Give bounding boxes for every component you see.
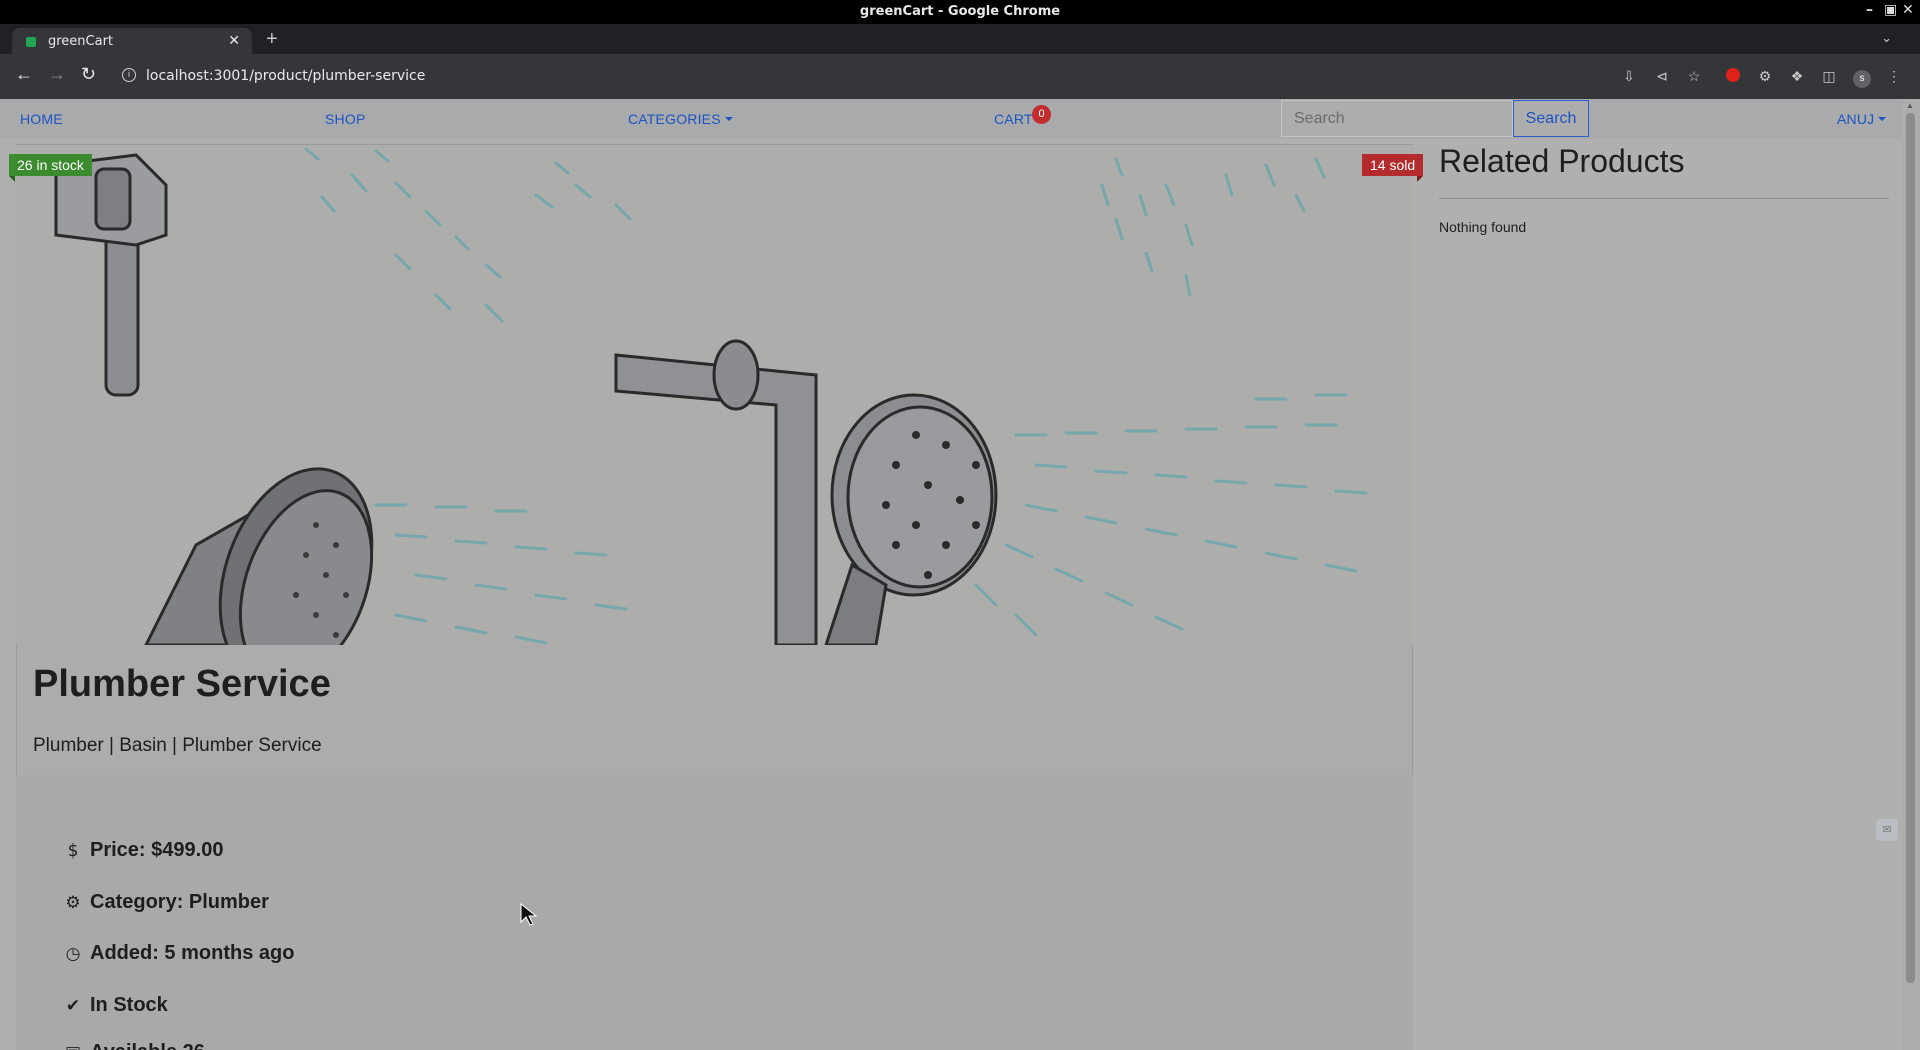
window-titlebar: greenCart - Google Chrome – ▣ ✕: [0, 0, 1920, 24]
close-tab-icon[interactable]: ✕: [228, 32, 240, 49]
extensions-puzzle-icon[interactable]: ❖: [1789, 68, 1805, 84]
minimize-icon[interactable]: –: [1866, 2, 1873, 18]
related-divider: [1439, 198, 1889, 199]
site-info-icon[interactable]: i: [122, 68, 136, 82]
product-title: Plumber Service: [33, 663, 331, 705]
maximize-icon[interactable]: ▣: [1884, 2, 1897, 18]
chrome-menu-icon[interactable]: ⋮: [1886, 68, 1902, 84]
side-panel-icon[interactable]: ◫: [1821, 68, 1837, 84]
forward-icon[interactable]: →: [48, 64, 66, 85]
detail-in-stock: In Stock: [90, 994, 168, 1016]
extension-gear-icon[interactable]: ⚙: [1757, 68, 1773, 84]
page-scrollbar[interactable]: ▲: [1902, 99, 1920, 1050]
detail-available: Available 26: [90, 1041, 205, 1050]
shower-illustration: [54, 147, 1368, 645]
product-image: [16, 145, 1413, 645]
detail-category: Category: Plumber: [90, 891, 269, 913]
tab-strip: greenCart ✕ + ⌄: [0, 24, 1920, 56]
reload-icon[interactable]: ↻: [81, 64, 96, 85]
search-input[interactable]: [1281, 100, 1513, 137]
cart-count-badge: 0: [1032, 105, 1051, 124]
page-content: HOME SHOP CATEGORIES CART 0 Search ANUJ: [0, 99, 1902, 1050]
window-title: greenCart - Google Chrome: [859, 4, 1061, 19]
install-app-icon[interactable]: ⇩: [1621, 68, 1637, 84]
address-bar[interactable]: i localhost:3001/product/plumber-service: [112, 61, 1612, 91]
product-subtitle: Plumber | Basin | Plumber Service: [33, 735, 322, 756]
stock-ribbon-badge: 26 in stock: [9, 154, 92, 182]
floating-widget-icon[interactable]: ✉: [1876, 819, 1898, 841]
mouse-cursor-icon: [520, 903, 538, 926]
toolbar: ← → ↻ i localhost:3001/product/plumber-s…: [0, 54, 1920, 99]
clock-icon: ◷: [65, 944, 81, 964]
nav-cart[interactable]: CART: [994, 111, 1033, 127]
related-empty-message: Nothing found: [1439, 219, 1527, 235]
back-icon[interactable]: ←: [15, 64, 33, 85]
nav-shop[interactable]: SHOP: [325, 111, 365, 127]
check-icon: ✔: [65, 996, 81, 1016]
profile-initial: s: [1853, 70, 1871, 88]
user-name: ANUJ: [1837, 111, 1875, 127]
url-text: localhost:3001/product/plumber-service: [146, 68, 426, 84]
scroll-up-icon[interactable]: ▲: [1906, 101, 1914, 110]
detail-price: Price: $499.00: [90, 839, 224, 861]
user-menu-dropdown[interactable]: ANUJ: [1837, 111, 1886, 127]
tab-search-icon[interactable]: ⌄: [1881, 30, 1892, 46]
sold-ribbon-badge: 14 sold: [1362, 154, 1424, 182]
tab-title: greenCart: [48, 34, 114, 49]
favicon-icon: [26, 37, 36, 47]
extension-red-icon[interactable]: [1725, 68, 1741, 84]
profile-avatar[interactable]: s: [1853, 68, 1871, 88]
close-window-icon[interactable]: ✕: [1902, 2, 1914, 18]
detail-added: Added: 5 months ago: [90, 942, 295, 964]
category-tree-icon: ⚙: [65, 893, 81, 913]
scrollbar-thumb[interactable]: [1906, 113, 1915, 983]
new-tab-icon[interactable]: +: [266, 28, 278, 51]
search-button[interactable]: Search: [1513, 100, 1589, 137]
dollar-icon: $: [67, 841, 79, 861]
nav-categories-label: CATEGORIES: [628, 111, 721, 127]
product-details-list: $ Price: $499.00 ⚙ Category: Plumber ◷ A…: [16, 775, 1413, 1050]
bookmark-star-icon[interactable]: ☆: [1686, 68, 1702, 84]
box-icon: ▣: [64, 1043, 82, 1050]
site-navbar: HOME SHOP CATEGORIES CART 0 Search ANUJ: [0, 99, 1902, 139]
share-icon[interactable]: ⊲: [1654, 68, 1670, 84]
nav-home[interactable]: HOME: [20, 111, 63, 127]
browser-tab[interactable]: greenCart ✕: [12, 28, 252, 56]
nav-categories-dropdown[interactable]: CATEGORIES: [628, 111, 733, 127]
related-products-heading: Related Products: [1439, 143, 1685, 179]
